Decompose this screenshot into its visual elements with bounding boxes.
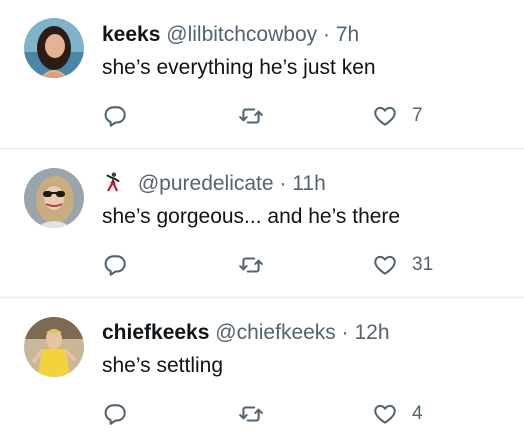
timestamp[interactable]: 7h	[336, 23, 359, 46]
tweet-header: chiefkeeks @chiefkeeks · 12h	[102, 320, 390, 346]
user-handle[interactable]: @puredelicate	[138, 172, 274, 195]
timestamp[interactable]: 12h	[355, 321, 390, 344]
retweet-button[interactable]	[238, 252, 264, 278]
display-name[interactable]: keeks	[102, 23, 160, 46]
dancing-man-emoji-icon	[106, 172, 120, 192]
tweet[interactable]: keeks @lilbitchcowboy · 7h she’s everyth…	[0, 0, 524, 149]
heart-icon	[374, 106, 396, 126]
like-button[interactable]: 4	[372, 401, 423, 427]
retweet-button[interactable]	[238, 401, 264, 427]
tweet-text: she’s settling	[102, 354, 224, 377]
separator-dot: ·	[279, 172, 287, 195]
display-name[interactable]: chiefkeeks	[102, 321, 209, 344]
reply-icon	[104, 404, 126, 425]
tweet-text: she’s gorgeous... and he’s there	[102, 205, 401, 228]
tweet-text: she’s everything he’s just ken	[102, 56, 376, 79]
tweet[interactable]: @puredelicate · 11h she’s gorgeous... an…	[0, 149, 524, 298]
tweet[interactable]: chiefkeeks @chiefkeeks · 12h she’s settl…	[0, 298, 524, 446]
reply-icon	[104, 255, 126, 276]
retweet-icon	[239, 406, 263, 422]
retweet-button[interactable]	[238, 103, 264, 129]
reply-icon	[104, 106, 126, 127]
user-handle[interactable]: @lilbitchcowboy	[166, 23, 317, 46]
reply-button[interactable]	[102, 401, 128, 427]
separator-dot: ·	[322, 23, 330, 46]
retweet-icon	[239, 108, 263, 124]
retweet-icon	[239, 257, 263, 273]
user-handle[interactable]: @chiefkeeks	[215, 321, 336, 344]
avatar-photo-icon	[24, 317, 84, 377]
avatar-photo-icon	[24, 168, 84, 228]
reply-feed: keeks @lilbitchcowboy · 7h she’s everyth…	[0, 0, 524, 446]
reply-button[interactable]	[102, 103, 128, 129]
like-button[interactable]: 7	[372, 103, 423, 129]
avatar[interactable]	[24, 317, 84, 377]
avatar[interactable]	[24, 168, 84, 228]
tweet-header: @puredelicate · 11h	[102, 171, 326, 197]
heart-icon	[374, 404, 396, 424]
like-count: 4	[412, 403, 423, 424]
avatar[interactable]	[24, 18, 84, 78]
heart-icon	[374, 255, 396, 275]
avatar-photo-icon	[24, 18, 84, 78]
tweet-header: keeks @lilbitchcowboy · 7h	[102, 22, 359, 48]
reply-button[interactable]	[102, 252, 128, 278]
like-button[interactable]: 31	[372, 252, 433, 278]
like-count: 31	[412, 254, 434, 275]
timestamp[interactable]: 11h	[292, 172, 325, 195]
separator-dot: ·	[341, 321, 349, 344]
like-count: 7	[412, 105, 423, 126]
